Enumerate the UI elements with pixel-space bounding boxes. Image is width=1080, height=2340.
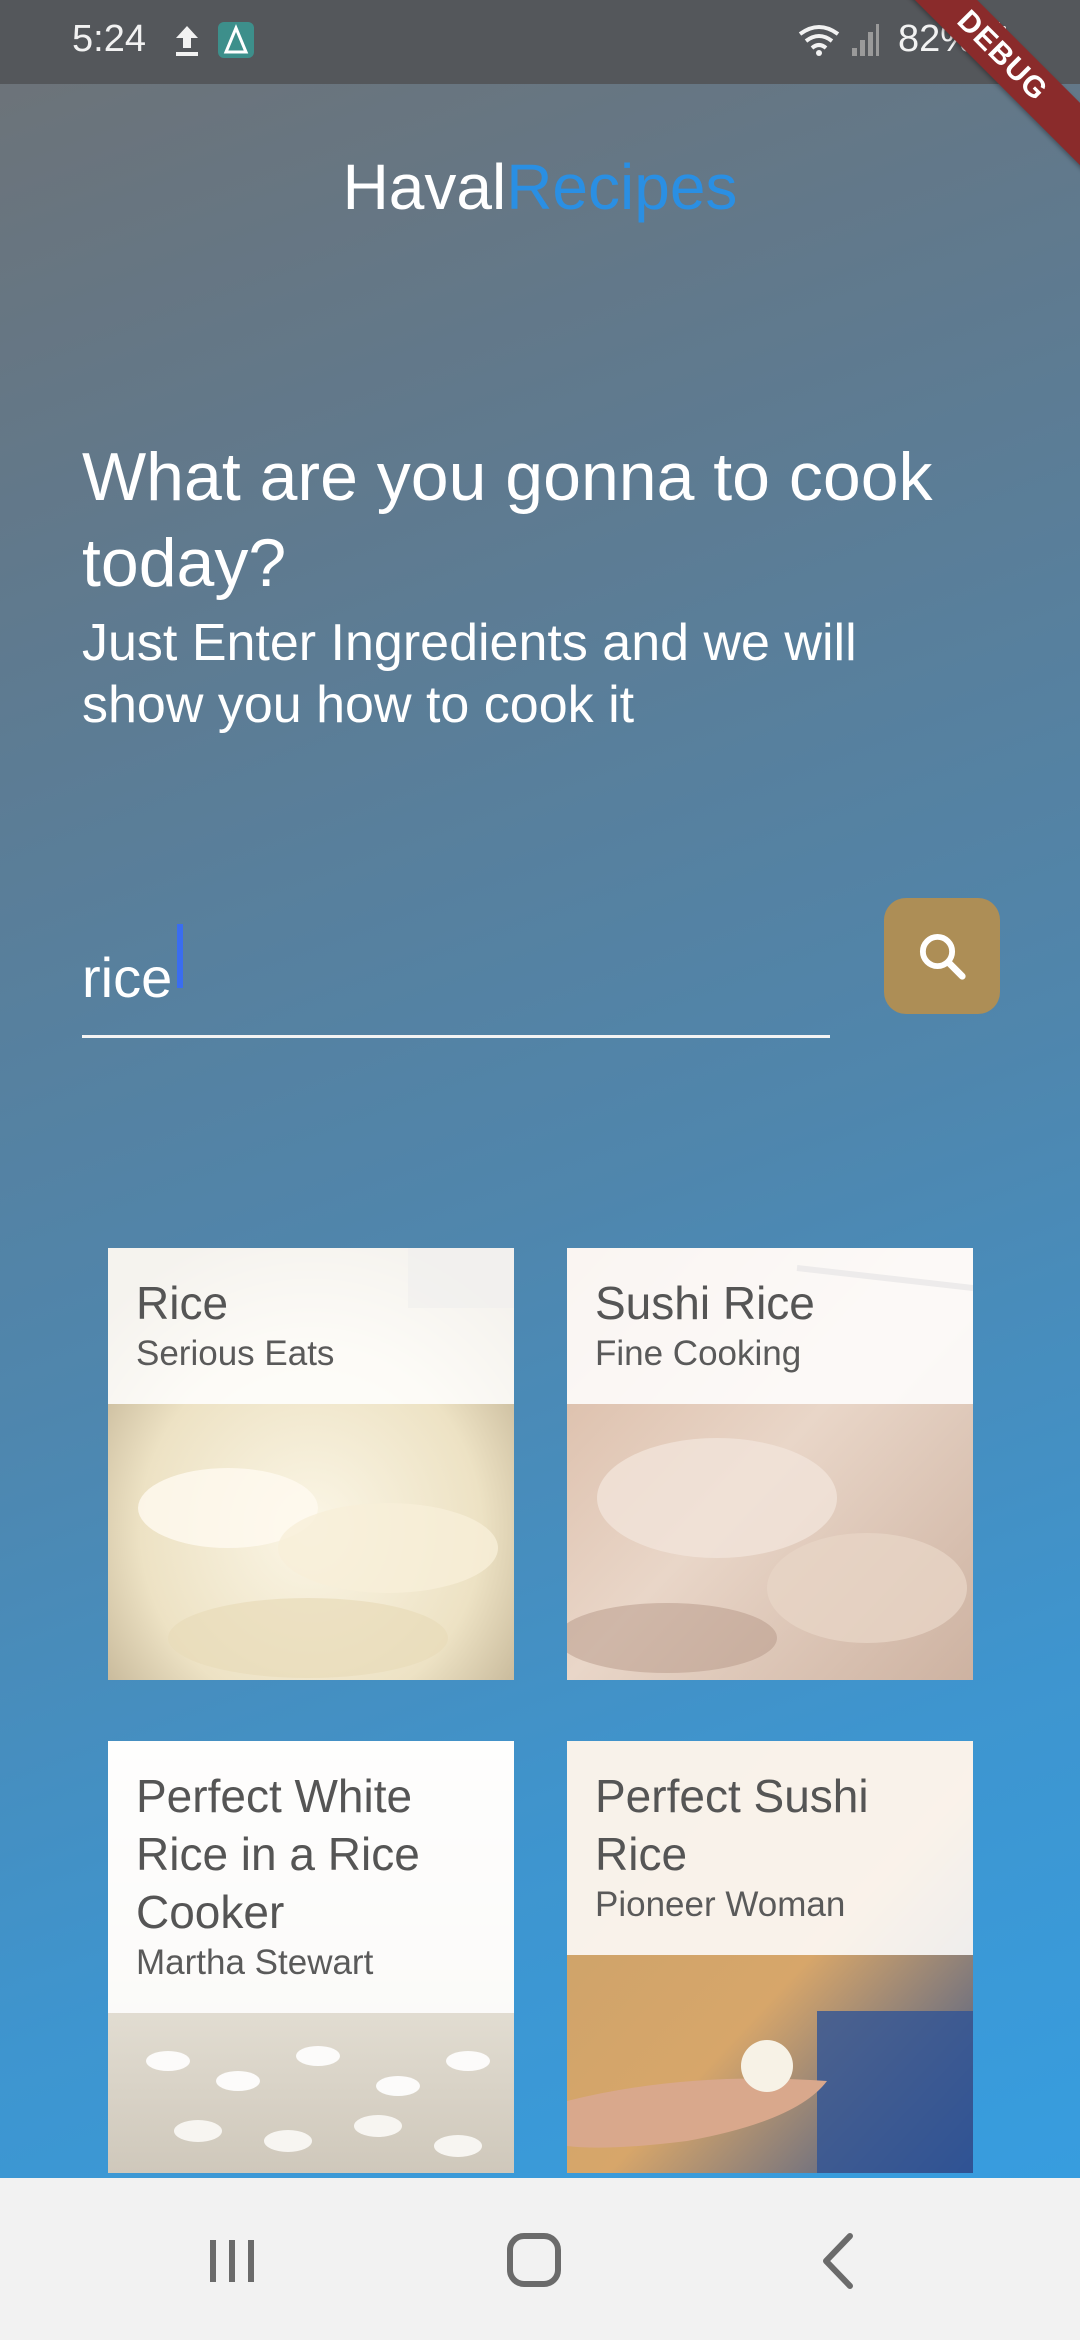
- recipe-title: Sushi Rice: [595, 1277, 815, 1329]
- wifi-icon: [798, 25, 840, 56]
- status-time: 5:24: [72, 18, 146, 60]
- recipe-source: Serious Eats: [136, 1334, 335, 1373]
- back-icon[interactable]: [800, 2226, 880, 2296]
- recipe-source: Pioneer Woman: [595, 1885, 846, 1924]
- page-headline: What are you gonna to cook today?: [82, 439, 933, 601]
- ingredient-search-input[interactable]: [82, 910, 830, 1038]
- recipe-card[interactable]: Perfect White Rice in a Rice Cooker Mart…: [108, 1741, 514, 2173]
- recipe-card-label: Perfect Sushi Rice Pioneer Woman: [567, 1741, 973, 1955]
- recipe-card[interactable]: Perfect Sushi Rice Pioneer Woman: [567, 1741, 973, 2173]
- app-title-part1: Haval: [342, 151, 507, 223]
- recent-apps-icon[interactable]: [192, 2226, 272, 2296]
- recipe-card-label: Rice Serious Eats: [108, 1248, 514, 1404]
- recipe-title: Perfect Sushi Rice: [595, 1770, 869, 1880]
- recipe-source: Fine Cooking: [595, 1334, 802, 1373]
- signal-icon: [852, 24, 879, 56]
- text-cursor: [177, 924, 183, 988]
- app-title: HavalRecipes: [0, 150, 1080, 224]
- home-icon[interactable]: [494, 2226, 574, 2296]
- upload-icon: [176, 26, 198, 56]
- recipe-source: Martha Stewart: [136, 1943, 374, 1982]
- recipe-card-label: Sushi Rice Fine Cooking: [567, 1248, 973, 1404]
- status-bar: 5:24 82%: [0, 0, 1080, 84]
- recipe-card[interactable]: Sushi Rice Fine Cooking: [567, 1248, 973, 1680]
- app-notification-icon: [218, 22, 254, 58]
- page-subheadline: Just Enter Ingredients and we will show …: [82, 614, 857, 734]
- app-screen: 5:24 82% DEBUG HavalRecipes What are you…: [0, 0, 1080, 2178]
- recipe-title: Rice: [136, 1277, 229, 1329]
- system-nav-bar: [0, 2178, 1080, 2340]
- recipe-card[interactable]: Rice Serious Eats: [108, 1248, 514, 1680]
- app-title-part2: Recipes: [506, 151, 738, 223]
- recipe-title: Perfect White Rice in a Rice Cooker: [136, 1770, 420, 1938]
- search-button[interactable]: [884, 898, 1000, 1014]
- recipe-card-label: Perfect White Rice in a Rice Cooker Mart…: [108, 1741, 514, 2013]
- search-icon: [919, 933, 966, 980]
